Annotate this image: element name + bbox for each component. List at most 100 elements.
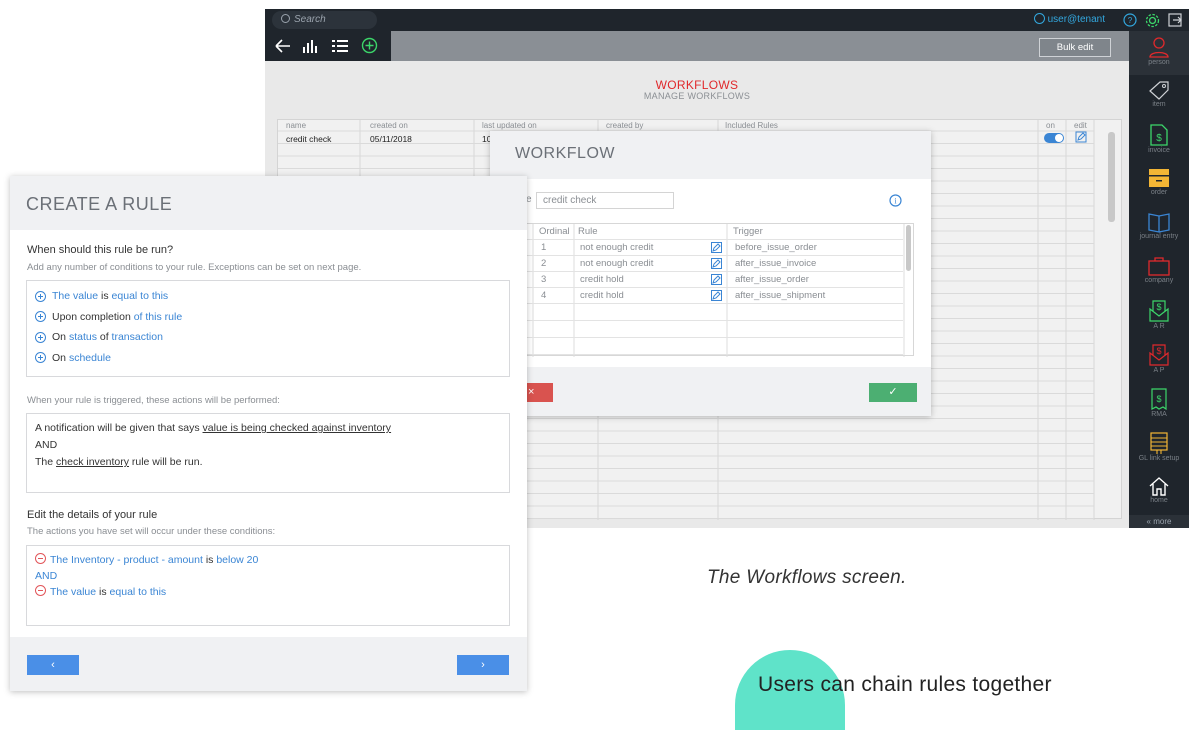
list-icon[interactable] [331,38,349,54]
svg-text:$: $ [1156,394,1161,404]
workflow-row-2[interactable]: 2 not enough credit after_issue_invoice [527,256,903,272]
edit-icon[interactable] [1075,131,1087,143]
user-menu[interactable]: user@tenant [1033,13,1105,25]
ledger-icon [1150,432,1168,454]
and-label: AND [35,570,58,582]
and-label: AND [35,439,58,451]
create-rule-panel: CREATE A RULE When should this rule be r… [10,176,527,691]
col-header-created-by: created by [606,121,644,130]
book-icon [1148,213,1170,233]
logout-icon[interactable] [1167,12,1183,28]
detail-inventory-amount[interactable]: The Inventory - product - amount is belo… [35,552,501,568]
col-header-on: on [1046,121,1055,130]
toolbar-strip [391,31,1129,61]
remove-circle-icon[interactable] [35,553,46,564]
svg-text:?: ? [1128,16,1133,25]
invoice-icon: $ [1150,124,1168,146]
help-icon[interactable]: ? [1122,12,1138,28]
page-subtitle: MANAGE WORKFLOWS [643,91,751,101]
workflow-table-header: Ordinal Rule Trigger [527,224,903,240]
svg-text:$: $ [1156,346,1161,356]
sidebar-item-company[interactable]: company [1129,251,1189,293]
add-icon[interactable] [361,37,378,54]
workflow-row-empty [527,304,903,321]
details-subtitle: The actions you have set will occur unde… [27,526,276,537]
person-icon [1149,37,1169,58]
col-header-included-rules: Included Rules [725,121,778,130]
bottom-heading: Users can chain rules together [758,673,1052,696]
briefcase-icon [1148,257,1170,276]
create-rule-footer: ‹ › [10,637,527,691]
bulk-edit-button[interactable]: Bulk edit [1039,38,1111,57]
action-run-rule: The check inventory rule will be run. [35,456,203,468]
sidebar-item-ar[interactable]: $ A R [1129,295,1189,337]
sidebar: person item $ invoice order journal entr… [1129,31,1189,528]
back-arrow-icon[interactable] [274,38,292,54]
svg-text:$: $ [1156,302,1161,312]
caption: The Workflows screen. [707,567,907,588]
col-header-edit: edit [1074,121,1087,130]
condition-on-schedule[interactable]: On schedule [35,348,501,369]
search-input[interactable]: Search [272,11,377,29]
sidebar-item-home[interactable]: home [1129,471,1189,513]
toolbar [265,31,391,61]
sidebar-item-ap[interactable]: $ A P [1129,339,1189,381]
svg-text:$: $ [1156,133,1162,144]
order-icon [1149,169,1169,187]
edit-rule-icon[interactable] [711,242,722,253]
sidebar-item-person[interactable]: person [1129,31,1189,75]
col-header-name: name [286,121,307,130]
row-name: credit check [286,134,332,144]
workflow-modal-title: WORKFLOW [490,131,931,179]
sidebar-item-rma[interactable]: $ RMA [1129,383,1189,425]
when-subtitle: Add any number of conditions to your rul… [27,262,362,273]
actions-subtitle: When your rule is triggered, these actio… [27,395,280,406]
workflow-row-1[interactable]: 1 not enough credit before_issue_order [527,240,903,256]
more-link[interactable]: « more [1129,515,1189,528]
workflow-modal: WORKFLOW e credit check i Ordinal Rule T… [490,131,931,416]
sidebar-item-journal-entry[interactable]: journal entry [1129,207,1189,249]
condition-upon-completion[interactable]: Upon completion of this rule [35,307,501,328]
workflow-row-3[interactable]: 3 credit hold after_issue_order [527,272,903,288]
edit-rule-icon[interactable] [711,258,722,269]
user-icon [1033,13,1045,24]
actions-box: A notification will be given that says v… [26,413,510,493]
page-title: WORKFLOWS [655,78,739,92]
details-title: Edit the details of your rule [27,509,158,521]
workflow-table-scrollbar[interactable] [906,225,911,271]
workflow-name-input[interactable]: credit check [536,192,674,209]
condition-value-equal[interactable]: The value is equal to this [35,286,501,307]
confirm-button[interactable]: ✓ [869,383,917,402]
workflow-rules-table: Ordinal Rule Trigger 1 not enough credit… [526,223,914,357]
receipt-icon: $ [1151,388,1167,411]
row-created-on: 05/11/2018 [370,134,412,144]
workflow-row-empty [527,338,903,355]
scrollbar[interactable] [1108,132,1115,222]
detail-value-equal[interactable]: The value is equal to this [35,584,501,600]
previous-button[interactable]: ‹ [27,655,79,675]
col-header-last-updated: last updated on [482,121,537,130]
chart-icon[interactable] [301,38,319,54]
sidebar-item-order[interactable]: order [1129,163,1189,205]
search-icon [281,14,290,23]
remove-circle-icon[interactable] [35,585,46,596]
when-title: When should this rule be run? [27,244,174,256]
workflow-row-4[interactable]: 4 credit hold after_issue_shipment [527,288,903,304]
next-button[interactable]: › [457,655,509,675]
edit-rule-icon[interactable] [711,274,722,285]
sidebar-item-gl-link-setup[interactable]: GL link setup [1129,427,1189,469]
condition-on-status[interactable]: On status of transaction [35,327,501,348]
sidebar-item-invoice[interactable]: $ invoice [1129,119,1189,161]
on-toggle[interactable] [1044,133,1064,143]
col-header-created-on: created on [370,121,408,130]
sidebar-item-item[interactable]: item [1129,75,1189,117]
gear-icon[interactable] [1144,12,1160,28]
edit-rule-icon[interactable] [711,290,722,301]
tag-icon [1149,81,1169,100]
svg-text:i: i [894,197,897,206]
action-notification: A notification will be given that says v… [35,422,392,434]
info-icon[interactable]: i [889,194,902,207]
workflow-modal-footer: × ✓ [490,367,931,416]
ap-icon: $ [1149,344,1169,366]
add-circle-icon [35,311,46,323]
